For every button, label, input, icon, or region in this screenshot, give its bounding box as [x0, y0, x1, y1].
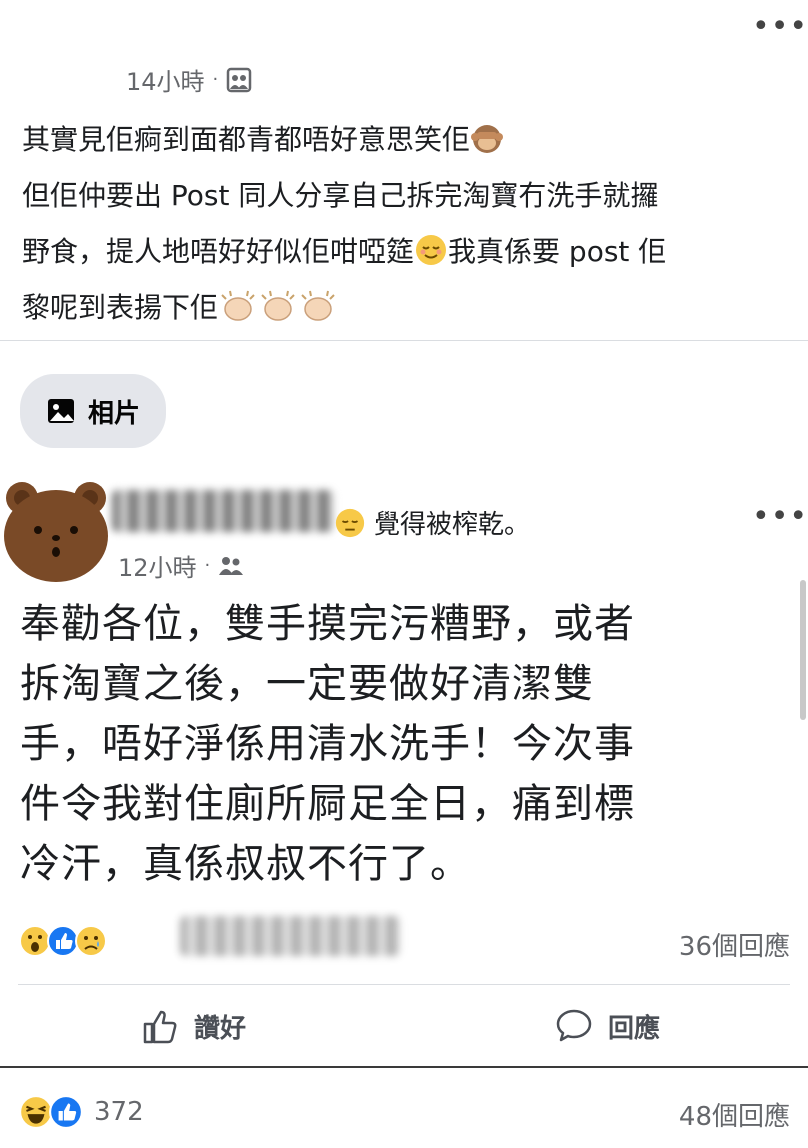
shared-reactions[interactable]	[18, 924, 107, 958]
post-time[interactable]: 14小時	[126, 62, 205, 97]
feeling-status: 覺得被榨乾。	[334, 504, 530, 541]
post-meta: 14小時 ·	[126, 62, 252, 97]
scrollbar[interactable]	[800, 580, 806, 720]
shared-more-options-button[interactable]: •••	[752, 502, 808, 532]
shared-post-line: 冷汗，真係叔叔不行了。	[20, 841, 471, 887]
more-options-button[interactable]: •••	[752, 12, 808, 42]
post-line: 野食，提人地唔好好似佢咁啞筵 我真係要 post 佢	[22, 235, 667, 268]
shared-post-time[interactable]: 12小時	[118, 548, 197, 583]
meta-separator: ·	[204, 555, 211, 576]
meta-separator: ·	[212, 69, 219, 90]
post-body: 其實見佢痾到面都青都唔好意思笑佢 但佢仲要出 Post 同人分享自己拆完淘寶冇洗…	[22, 112, 802, 336]
relieved-face-icon	[416, 235, 447, 265]
shared-comment-count[interactable]: 36個回應	[679, 926, 790, 963]
like-reaction-icon	[49, 1095, 83, 1129]
clapping-hands-icon	[221, 290, 255, 321]
friends-audience-icon	[219, 556, 244, 575]
friends-audience-icon	[226, 67, 252, 93]
photos-button-label: 相片	[88, 398, 141, 429]
section-divider	[0, 340, 808, 341]
shared-post-meta: 12小時 ·	[118, 548, 244, 583]
shared-post-body: 奉勸各位，雙手摸完污糟野，或者 拆淘寶之後，一定要做好清潔雙 手，唔好淨係用清水…	[20, 594, 800, 894]
clapping-hands-icon	[301, 290, 335, 321]
clapping-hands-icon	[261, 290, 295, 321]
shared-post-line: 拆淘寶之後，一定要做好清潔雙	[20, 661, 594, 707]
post-line: 其實見佢痾到面都青都唔好意思笑佢	[22, 112, 802, 168]
bear-avatar-icon	[4, 482, 108, 582]
post-comment-count[interactable]: 48個回應	[679, 1096, 790, 1133]
exhausted-face-icon	[335, 508, 365, 537]
post-reactions[interactable]: 372	[18, 1094, 144, 1130]
like-button[interactable]: 讚好	[140, 1006, 246, 1046]
comment-bubble-icon	[556, 1009, 592, 1042]
actions-divider	[18, 984, 790, 985]
feeling-text: 覺得被榨乾。	[374, 510, 531, 540]
reaction-count: 372	[94, 1097, 144, 1127]
shared-post-line: 奉勸各位，雙手摸完污糟野，或者	[20, 601, 635, 647]
shared-post-line: 件令我對住廁所屙足全日，痛到標	[20, 781, 635, 827]
like-button-label: 讚好	[194, 1013, 247, 1044]
post-line: 但佢仲要出 Post 同人分享自己拆完淘寶冇洗手就攞	[22, 179, 659, 212]
section-divider-dark	[0, 1066, 808, 1068]
avatar[interactable]	[0, 472, 112, 588]
sad-reaction-icon	[75, 925, 107, 957]
comment-button[interactable]: 回應	[554, 1006, 660, 1046]
post-line: 黎呢到表揚下佢	[22, 280, 802, 336]
thumbs-up-icon	[143, 1010, 177, 1044]
redacted-username	[112, 490, 334, 532]
photo-icon	[48, 399, 74, 423]
photos-button[interactable]: 相片	[20, 374, 167, 448]
redacted-reactors	[180, 916, 400, 956]
comment-button-label: 回應	[608, 1013, 661, 1044]
shared-post-line: 手，唔好淨係用清水洗手！今次事	[20, 721, 635, 767]
see-no-evil-monkey-icon	[471, 125, 504, 153]
